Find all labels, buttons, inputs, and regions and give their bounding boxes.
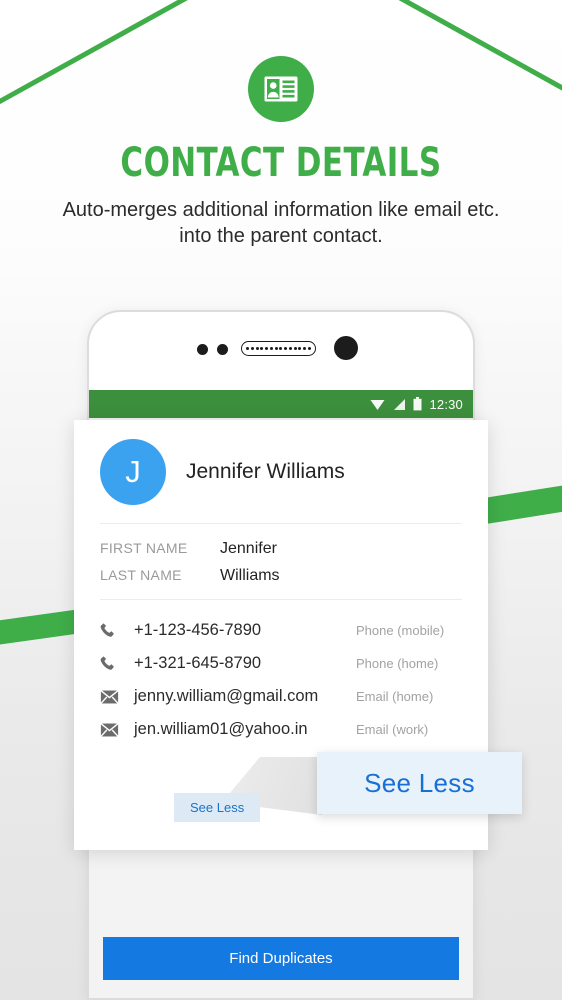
contact-header: J Jennifer Williams (100, 420, 462, 524)
magnifier-callout: See Less (317, 752, 522, 814)
communication-row[interactable]: +1-123-456-7890 Phone (mobile) (100, 614, 462, 647)
cta-container: Find Duplicates (89, 937, 473, 980)
communication-type: Email (work) (356, 722, 429, 737)
proximity-sensor-icon (197, 344, 208, 355)
status-bar-time: 12:30 (429, 396, 463, 412)
phone-icon (100, 655, 134, 673)
magnifier-label: See Less (364, 767, 475, 798)
page-title: CONTACT DETAILS (120, 140, 442, 186)
communication-value: jen.william01@yahoo.in (134, 720, 308, 738)
communication-type: Phone (home) (356, 656, 439, 671)
phone-bezel-top (89, 312, 473, 390)
avatar: J (100, 438, 166, 505)
field-row: FIRST NAME Jennifer (100, 540, 462, 558)
field-value: Williams (220, 567, 280, 584)
field-row: LAST NAME Williams (100, 567, 462, 585)
communication-row[interactable]: +1-321-645-8790 Phone (home) (100, 647, 462, 680)
phone-icon (100, 622, 134, 640)
page-subtitle: Auto-merges additional information like … (62, 199, 500, 248)
communication-type: Phone (mobile) (356, 623, 445, 638)
field-label: FIRST NAME (100, 540, 188, 556)
battery-icon (413, 397, 422, 411)
light-sensor-icon (217, 344, 228, 355)
header: CONTACT DETAILS Auto-merges additional i… (0, 0, 562, 250)
front-camera-icon (334, 336, 358, 360)
name-fields: FIRST NAME Jennifer LAST NAME Williams (100, 524, 462, 600)
communication-value: jenny.william@gmail.com (134, 687, 319, 705)
status-bar: 12:30 (89, 390, 473, 418)
email-icon (100, 722, 134, 737)
field-label: LAST NAME (100, 567, 182, 583)
contact-card-icon (248, 56, 314, 122)
communication-row[interactable]: jen.william01@yahoo.in Email (work) (100, 713, 462, 746)
field-value: Jennifer (220, 540, 277, 557)
promo-page: CONTACT DETAILS Auto-merges additional i… (0, 0, 562, 1000)
communication-list: +1-123-456-7890 Phone (mobile) +1-321-64… (100, 600, 462, 746)
communication-type: Email (home) (356, 689, 434, 704)
communication-value: +1-321-645-8790 (134, 654, 262, 672)
earpiece-speaker-icon (241, 341, 316, 356)
find-duplicates-button[interactable]: Find Duplicates (103, 937, 459, 980)
communication-row[interactable]: jenny.william@gmail.com Email (home) (100, 680, 462, 713)
cellular-signal-icon (394, 398, 406, 410)
wifi-icon (370, 399, 385, 410)
communication-value: +1-123-456-7890 (134, 621, 262, 639)
email-icon (100, 689, 134, 704)
see-less-button[interactable]: See Less (174, 793, 261, 822)
contact-name: Jennifer Williams (186, 459, 345, 483)
